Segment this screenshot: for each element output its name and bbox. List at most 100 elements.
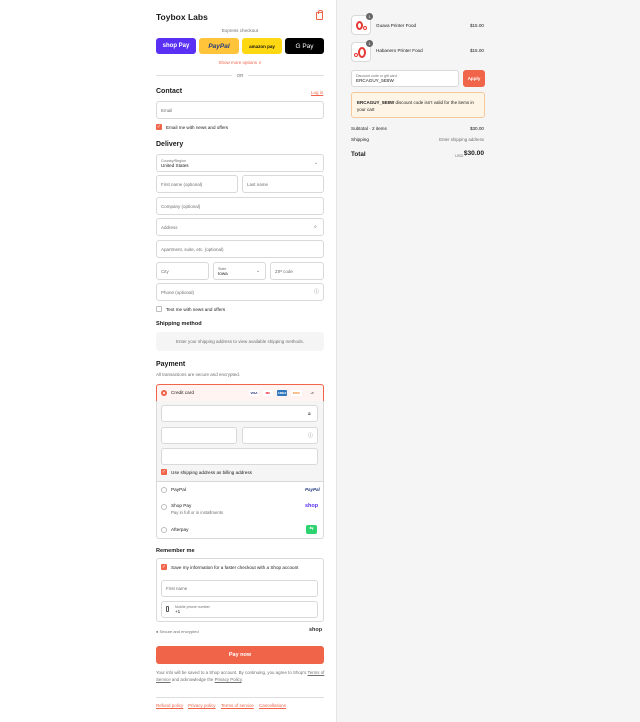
name-on-card-field[interactable]	[161, 448, 318, 465]
show-more-options-link[interactable]: Show more options ∨	[156, 60, 324, 66]
state-select[interactable]: State Iowa ⌄	[213, 262, 266, 280]
discount-value: ERCAGUY_5E8W	[356, 78, 394, 83]
billing-address-checkbox[interactable]: ✓	[161, 469, 167, 475]
shipping-value: Enter shipping address	[439, 137, 484, 142]
paypal-label: PayPal	[171, 487, 186, 492]
email-opt-in-checkbox[interactable]: ✓	[156, 124, 162, 130]
text-opt-in-label: Text me with news and offers	[166, 307, 226, 312]
company-field[interactable]: Company (optional)	[156, 197, 324, 215]
email-opt-in-label: Email me with news and offers	[166, 125, 229, 130]
chevron-down-icon: ⌄	[314, 160, 319, 166]
paypal-radio[interactable]	[161, 487, 167, 493]
phone-placeholder: Phone (optional)	[161, 289, 195, 295]
product-image-icon	[354, 53, 358, 57]
remember-first-name-placeholder: First name	[166, 586, 188, 591]
legal-text-end: .	[241, 677, 243, 682]
shop-pay-button[interactable]: shop Pay	[156, 38, 196, 54]
privacy-policy-link[interactable]: Privacy policy	[188, 703, 216, 708]
last-name-placeholder: Last name	[247, 181, 269, 187]
shop-pay-label: Shop Pay	[171, 503, 192, 508]
discover-icon: DISC	[291, 390, 302, 396]
remember-first-name-field[interactable]: First name	[161, 580, 318, 597]
paypal-logo: PayPal	[305, 487, 320, 492]
credit-card-radio[interactable]	[161, 390, 167, 396]
divider	[156, 75, 232, 76]
zip-field[interactable]: ZIP code	[270, 262, 324, 280]
text-opt-in-checkbox[interactable]	[156, 306, 162, 312]
total-value: $30.00	[463, 150, 484, 157]
afterpay-logo-icon: ⇆	[306, 525, 317, 534]
shipping-label: Shipping	[351, 137, 369, 142]
item-name: Guava Printer Food	[376, 23, 417, 28]
phone-field[interactable]: Phone (optional) ⓘ	[156, 283, 324, 301]
country-select[interactable]: Country/Region United States ⌄	[156, 154, 324, 172]
shop-pay-subtitle: Pay in full or in installments	[171, 510, 224, 515]
legal-text-1: Your info will be saved to a Shop accoun…	[156, 670, 307, 675]
credit-card-label: Credit card	[171, 390, 194, 395]
store-brand[interactable]: Toybox Labs	[156, 12, 208, 22]
discount-code-field[interactable]: Discount code or gift card ERCAGUY_5E8W	[351, 70, 459, 87]
lock-icon: 🔒︎	[308, 411, 311, 417]
divider	[248, 75, 324, 76]
apartment-placeholder: Apartment, suite, etc. (optional)	[161, 246, 224, 252]
address-field[interactable]: Address ⌕	[156, 218, 324, 236]
city-field[interactable]: City	[156, 262, 209, 280]
card-number-field[interactable]: 🔒︎	[161, 405, 318, 422]
security-code-field[interactable]: ⓘ	[242, 427, 318, 444]
address-placeholder: Address	[161, 224, 178, 230]
phone-icon	[166, 606, 169, 612]
first-name-field[interactable]: First name (optional)	[156, 175, 238, 193]
payment-subtitle: All transactions are secure and encrypte…	[156, 372, 241, 377]
error-code: ERCAGUY_5E8W	[357, 100, 395, 105]
subtotal-label: Subtotal · 2 items	[351, 126, 387, 131]
search-icon: ⌕	[314, 224, 317, 230]
mobile-phone-field[interactable]: Mobile phone number +1	[161, 601, 318, 618]
afterpay-label: Afterpay	[171, 527, 189, 532]
email-field[interactable]: Email	[156, 101, 324, 119]
afterpay-radio[interactable]	[161, 527, 167, 533]
payment-heading: Payment	[156, 361, 186, 368]
shipping-method-message: Enter your shipping address to view avai…	[156, 332, 324, 351]
refund-policy-link[interactable]: Refund policy	[156, 703, 183, 708]
product-image-icon	[356, 21, 363, 30]
lock-icon: ●	[156, 629, 159, 634]
login-link[interactable]: Log in	[311, 90, 323, 95]
help-icon[interactable]: ⓘ	[308, 434, 313, 439]
shop-wordmark: shop	[309, 627, 323, 633]
save-info-checkbox[interactable]: ✓	[161, 564, 167, 570]
discount-error-message: ERCAGUY_5E8W discount code isn’t valid f…	[351, 92, 485, 118]
state-value: Iowa	[218, 270, 228, 276]
order-summary: 1 Guava Printer Food $15.00 1 Habanero P…	[336, 0, 640, 722]
visa-icon: VISA	[249, 390, 259, 396]
city-placeholder: City	[161, 268, 169, 274]
checkout-form: Toybox Labs Express checkout shop Pay Pa…	[0, 0, 336, 722]
apply-button[interactable]: Apply	[463, 70, 485, 87]
mobile-phone-value: +1	[175, 609, 181, 614]
amazon-pay-button[interactable]: amazon pay	[242, 38, 282, 54]
contact-heading: Contact	[156, 88, 183, 95]
privacy-link[interactable]: Privacy Policy	[215, 677, 242, 682]
save-info-label: Save my information for a faster checkou…	[171, 565, 299, 570]
apartment-field[interactable]: Apartment, suite, etc. (optional)	[156, 240, 324, 258]
cancellations-link[interactable]: Cancellations	[259, 703, 286, 708]
secure-text: ● Secure and encrypted	[156, 629, 199, 634]
shop-pay-radio[interactable]	[161, 504, 167, 510]
item-price: $15.00	[469, 48, 484, 53]
quantity-badge: 1	[366, 40, 373, 47]
last-name-field[interactable]: Last name	[242, 175, 324, 193]
quantity-badge: 1	[366, 13, 373, 20]
paypal-button[interactable]: PayPal	[199, 38, 239, 54]
or-separator: OR	[236, 73, 244, 78]
currency-label: USD	[455, 153, 464, 158]
zip-placeholder: ZIP code	[275, 268, 293, 274]
secure-label: Secure and encrypted	[159, 629, 199, 634]
cart-bag-icon[interactable]	[316, 10, 323, 20]
pay-now-button[interactable]: Pay now	[156, 646, 324, 664]
total-label: Total	[351, 151, 366, 158]
help-icon[interactable]: ⓘ	[314, 290, 319, 295]
express-checkout-label: Express checkout	[221, 28, 259, 33]
terms-of-service-link[interactable]: Terms of service	[221, 703, 254, 708]
legal-text: Your info will be saved to a Shop accoun…	[156, 669, 328, 683]
google-pay-button[interactable]: G Pay	[285, 38, 324, 54]
expiration-field[interactable]	[161, 427, 237, 444]
